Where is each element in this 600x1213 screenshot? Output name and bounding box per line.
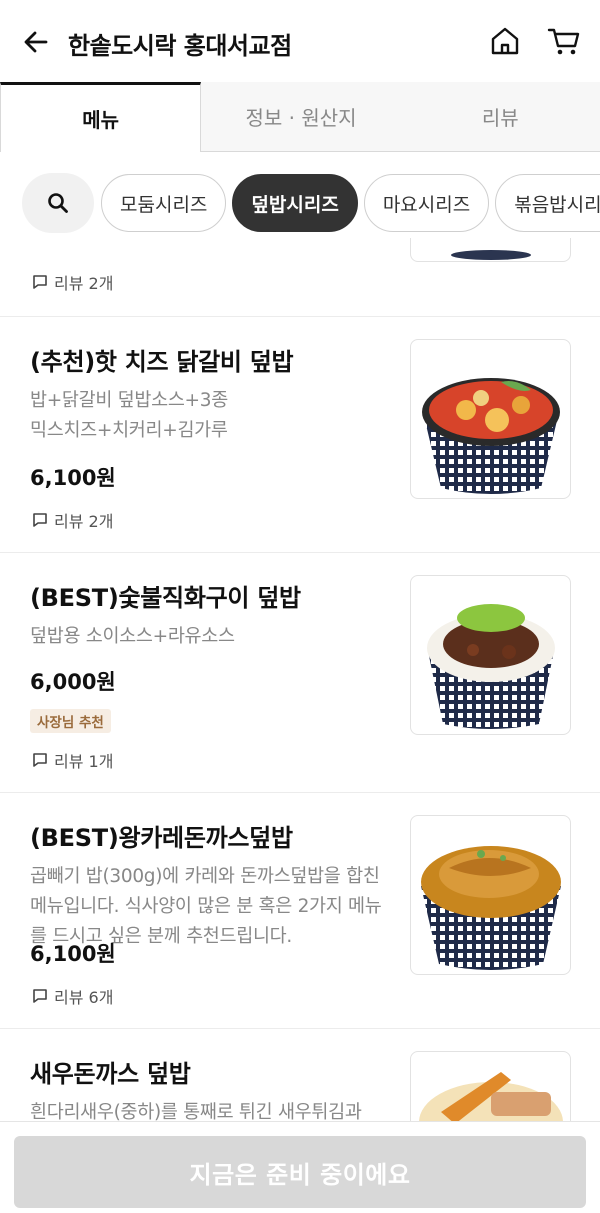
menu-item-description-line: 흰다리새우(중하)를 통째로 튀긴 새우튀김과: [30, 1102, 362, 1121]
menu-item-price: 6,100원: [30, 942, 116, 966]
menu-item-description: 흰다리새우(중하)를 통째로 튀긴 새우튀김과: [30, 1098, 396, 1121]
app-header: 한솥도시락 홍대서교점: [0, 0, 600, 82]
category-chips: 모둠시리즈 덮밥시리즈 마요시리즈 볶음밥시리즈: [22, 170, 600, 236]
chip-category-mayo[interactable]: 마요시리즈: [363, 174, 490, 232]
menu-item-name: (BEST)왕카레돈까스덮밥: [30, 824, 293, 852]
review-count: 리뷰 6개: [32, 984, 113, 1008]
chip-category-fried-rice[interactable]: 볶음밥시리즈: [495, 174, 600, 232]
speech-bubble-icon: [33, 753, 47, 767]
review-count-label: 리뷰 1개: [54, 752, 114, 771]
menu-item[interactable]: 리뷰 2개: [0, 238, 600, 317]
speech-bubble-icon: [33, 275, 47, 289]
menu-item-description: 덮밥용 소이소스+라유소스: [30, 622, 396, 652]
speech-bubble-icon: [33, 513, 47, 527]
chip-category-mixed[interactable]: 모둠시리즈: [101, 174, 227, 232]
arrow-left-icon[interactable]: [20, 26, 52, 58]
home-icon[interactable]: [489, 25, 521, 57]
owner-recommend-badge: 사장님 추천: [30, 709, 111, 733]
menu-item[interactable]: (BEST)숯불직화구이 덮밥 덮밥용 소이소스+라유소스 6,000원 사장님…: [0, 553, 600, 793]
menu-item-image: [410, 575, 571, 735]
tab-bar: 메뉴 정보 · 원산지 리뷰: [0, 82, 600, 152]
menu-item-name: (BEST)숯불직화구이 덮밥: [30, 584, 301, 612]
review-count: 리뷰 2개: [32, 508, 113, 532]
order-footer: 지금은 준비 중이에요: [0, 1121, 600, 1213]
menu-list: 리뷰 2개 (추천)핫 치즈 닭갈비 덮밥 밥+닭갈비 덮밥소스+3종 믹스치즈…: [0, 238, 600, 1121]
menu-item-name: (추천)핫 치즈 닭갈비 덮밥: [30, 348, 294, 376]
menu-item-image: [410, 1051, 571, 1121]
menu-item[interactable]: 새우돈까스 덮밥 흰다리새우(중하)를 통째로 튀긴 새우튀김과: [0, 1029, 600, 1121]
menu-item[interactable]: (BEST)왕카레돈까스덮밥 곱빼기 밥(300g)에 카레와 돈까스덮밥을 합…: [0, 793, 600, 1029]
menu-item[interactable]: (추천)핫 치즈 닭갈비 덮밥 밥+닭갈비 덮밥소스+3종 믹스치즈+치커리+김…: [0, 317, 600, 553]
speech-bubble-icon: [33, 989, 47, 1003]
page-title: 한솥도시락 홍대서교점: [68, 32, 292, 60]
menu-item-name: 새우돈까스 덮밥: [30, 1060, 191, 1088]
menu-item-description-line: 믹스치즈+치커리+김가루: [30, 420, 228, 441]
menu-item-price: 6,000원: [30, 670, 116, 694]
menu-item-image: [410, 339, 571, 499]
review-count: 리뷰 2개: [32, 270, 113, 294]
chip-category-rice-bowl[interactable]: 덮밥시리즈: [232, 174, 358, 232]
review-count-label: 리뷰 2개: [54, 512, 114, 531]
menu-item-description-line: 밥+닭갈비 덮밥소스+3종: [30, 390, 228, 411]
menu-item-price: 6,100원: [30, 466, 116, 490]
menu-item-description-line: 덮밥용 소이소스+라유소스: [30, 626, 235, 647]
review-count-label: 리뷰 6개: [54, 988, 114, 1007]
tab-menu[interactable]: 메뉴: [0, 82, 202, 152]
search-button[interactable]: [22, 173, 94, 233]
tab-reviews[interactable]: 리뷰: [400, 82, 600, 151]
review-count: 리뷰 1개: [32, 748, 113, 772]
menu-item-description: 밥+닭갈비 덮밥소스+3종 믹스치즈+치커리+김가루: [30, 386, 396, 446]
review-count-label: 리뷰 2개: [54, 274, 114, 293]
menu-item-description-line: 곱빼기 밥(300g)에 카레와 돈까스덮밥을 합친: [30, 866, 380, 887]
order-button[interactable]: 지금은 준비 중이에요: [14, 1136, 586, 1208]
menu-item-image: [410, 238, 571, 262]
tab-info-origin[interactable]: 정보 · 원산지: [201, 82, 401, 151]
search-icon: [48, 193, 68, 213]
menu-item-image: [410, 815, 571, 975]
cart-icon[interactable]: [547, 25, 581, 57]
